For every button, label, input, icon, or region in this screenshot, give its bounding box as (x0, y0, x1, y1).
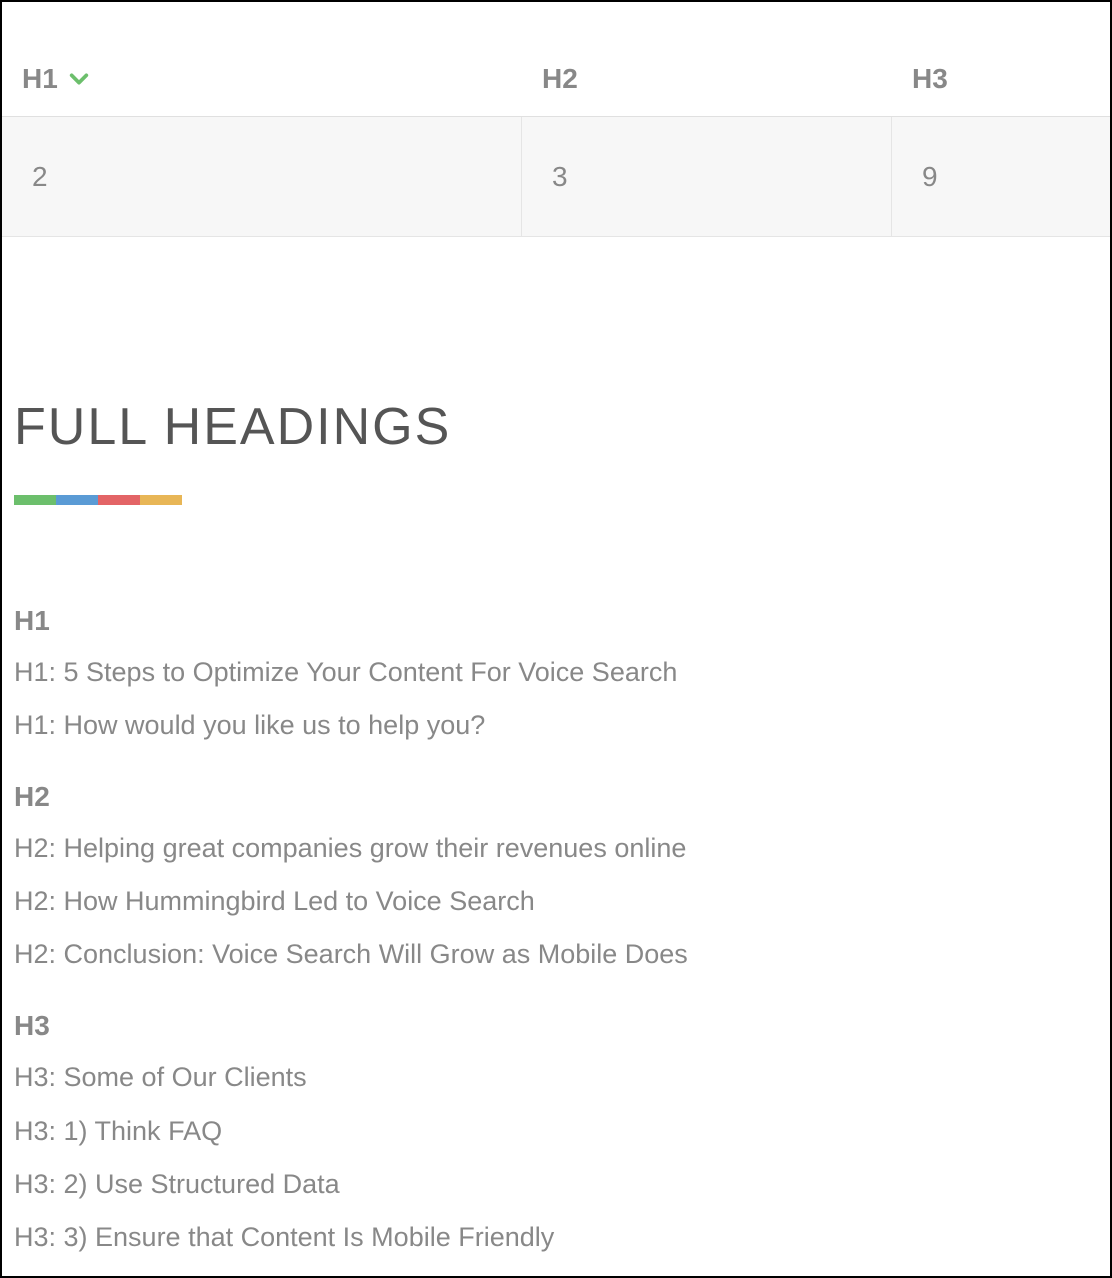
heading-counts-row: 2 3 9 (2, 117, 1110, 237)
color-seg-green (14, 495, 56, 505)
heading-item: H1: How would you like us to help you? (14, 708, 1110, 743)
heading-item: H3: 1) Think FAQ (14, 1114, 1110, 1149)
count-h1: 2 (2, 117, 522, 236)
heading-item: H3: 2) Use Structured Data (14, 1167, 1110, 1202)
count-h2: 3 (522, 117, 892, 236)
color-accent-bar (14, 495, 182, 505)
heading-group-h2: H2 H2: Helping great companies grow thei… (14, 781, 1110, 972)
tab-h3-label: H3 (912, 63, 948, 95)
full-headings-content: H1 H1: 5 Steps to Optimize Your Content … (14, 605, 1110, 1255)
color-seg-red (98, 495, 140, 505)
tab-h3[interactable]: H3 (892, 2, 1110, 116)
tab-h1[interactable]: H1 (2, 2, 522, 116)
color-seg-blue (56, 495, 98, 505)
section-title: FULL HEADINGS (14, 397, 1110, 457)
heading-tabs-row: H1 H2 H3 (2, 2, 1110, 117)
group-label-h2: H2 (14, 781, 1110, 813)
tab-h2-label: H2 (542, 63, 578, 95)
tab-h1-label: H1 (22, 63, 58, 95)
heading-item: H2: Helping great companies grow their r… (14, 831, 1110, 866)
heading-item: H2: How Hummingbird Led to Voice Search (14, 884, 1110, 919)
group-label-h3: H3 (14, 1010, 1110, 1042)
color-seg-yellow (140, 495, 182, 505)
heading-item: H3: Some of Our Clients (14, 1060, 1110, 1095)
heading-item: H2: Conclusion: Voice Search Will Grow a… (14, 937, 1110, 972)
heading-item: H1: 5 Steps to Optimize Your Content For… (14, 655, 1110, 690)
heading-item: H3: 3) Ensure that Content Is Mobile Fri… (14, 1220, 1110, 1255)
group-label-h1: H1 (14, 605, 1110, 637)
chevron-down-icon (68, 68, 90, 95)
tab-h2[interactable]: H2 (522, 2, 892, 116)
count-h3: 9 (892, 117, 1110, 236)
heading-group-h3: H3 H3: Some of Our Clients H3: 1) Think … (14, 1010, 1110, 1254)
heading-group-h1: H1 H1: 5 Steps to Optimize Your Content … (14, 605, 1110, 743)
